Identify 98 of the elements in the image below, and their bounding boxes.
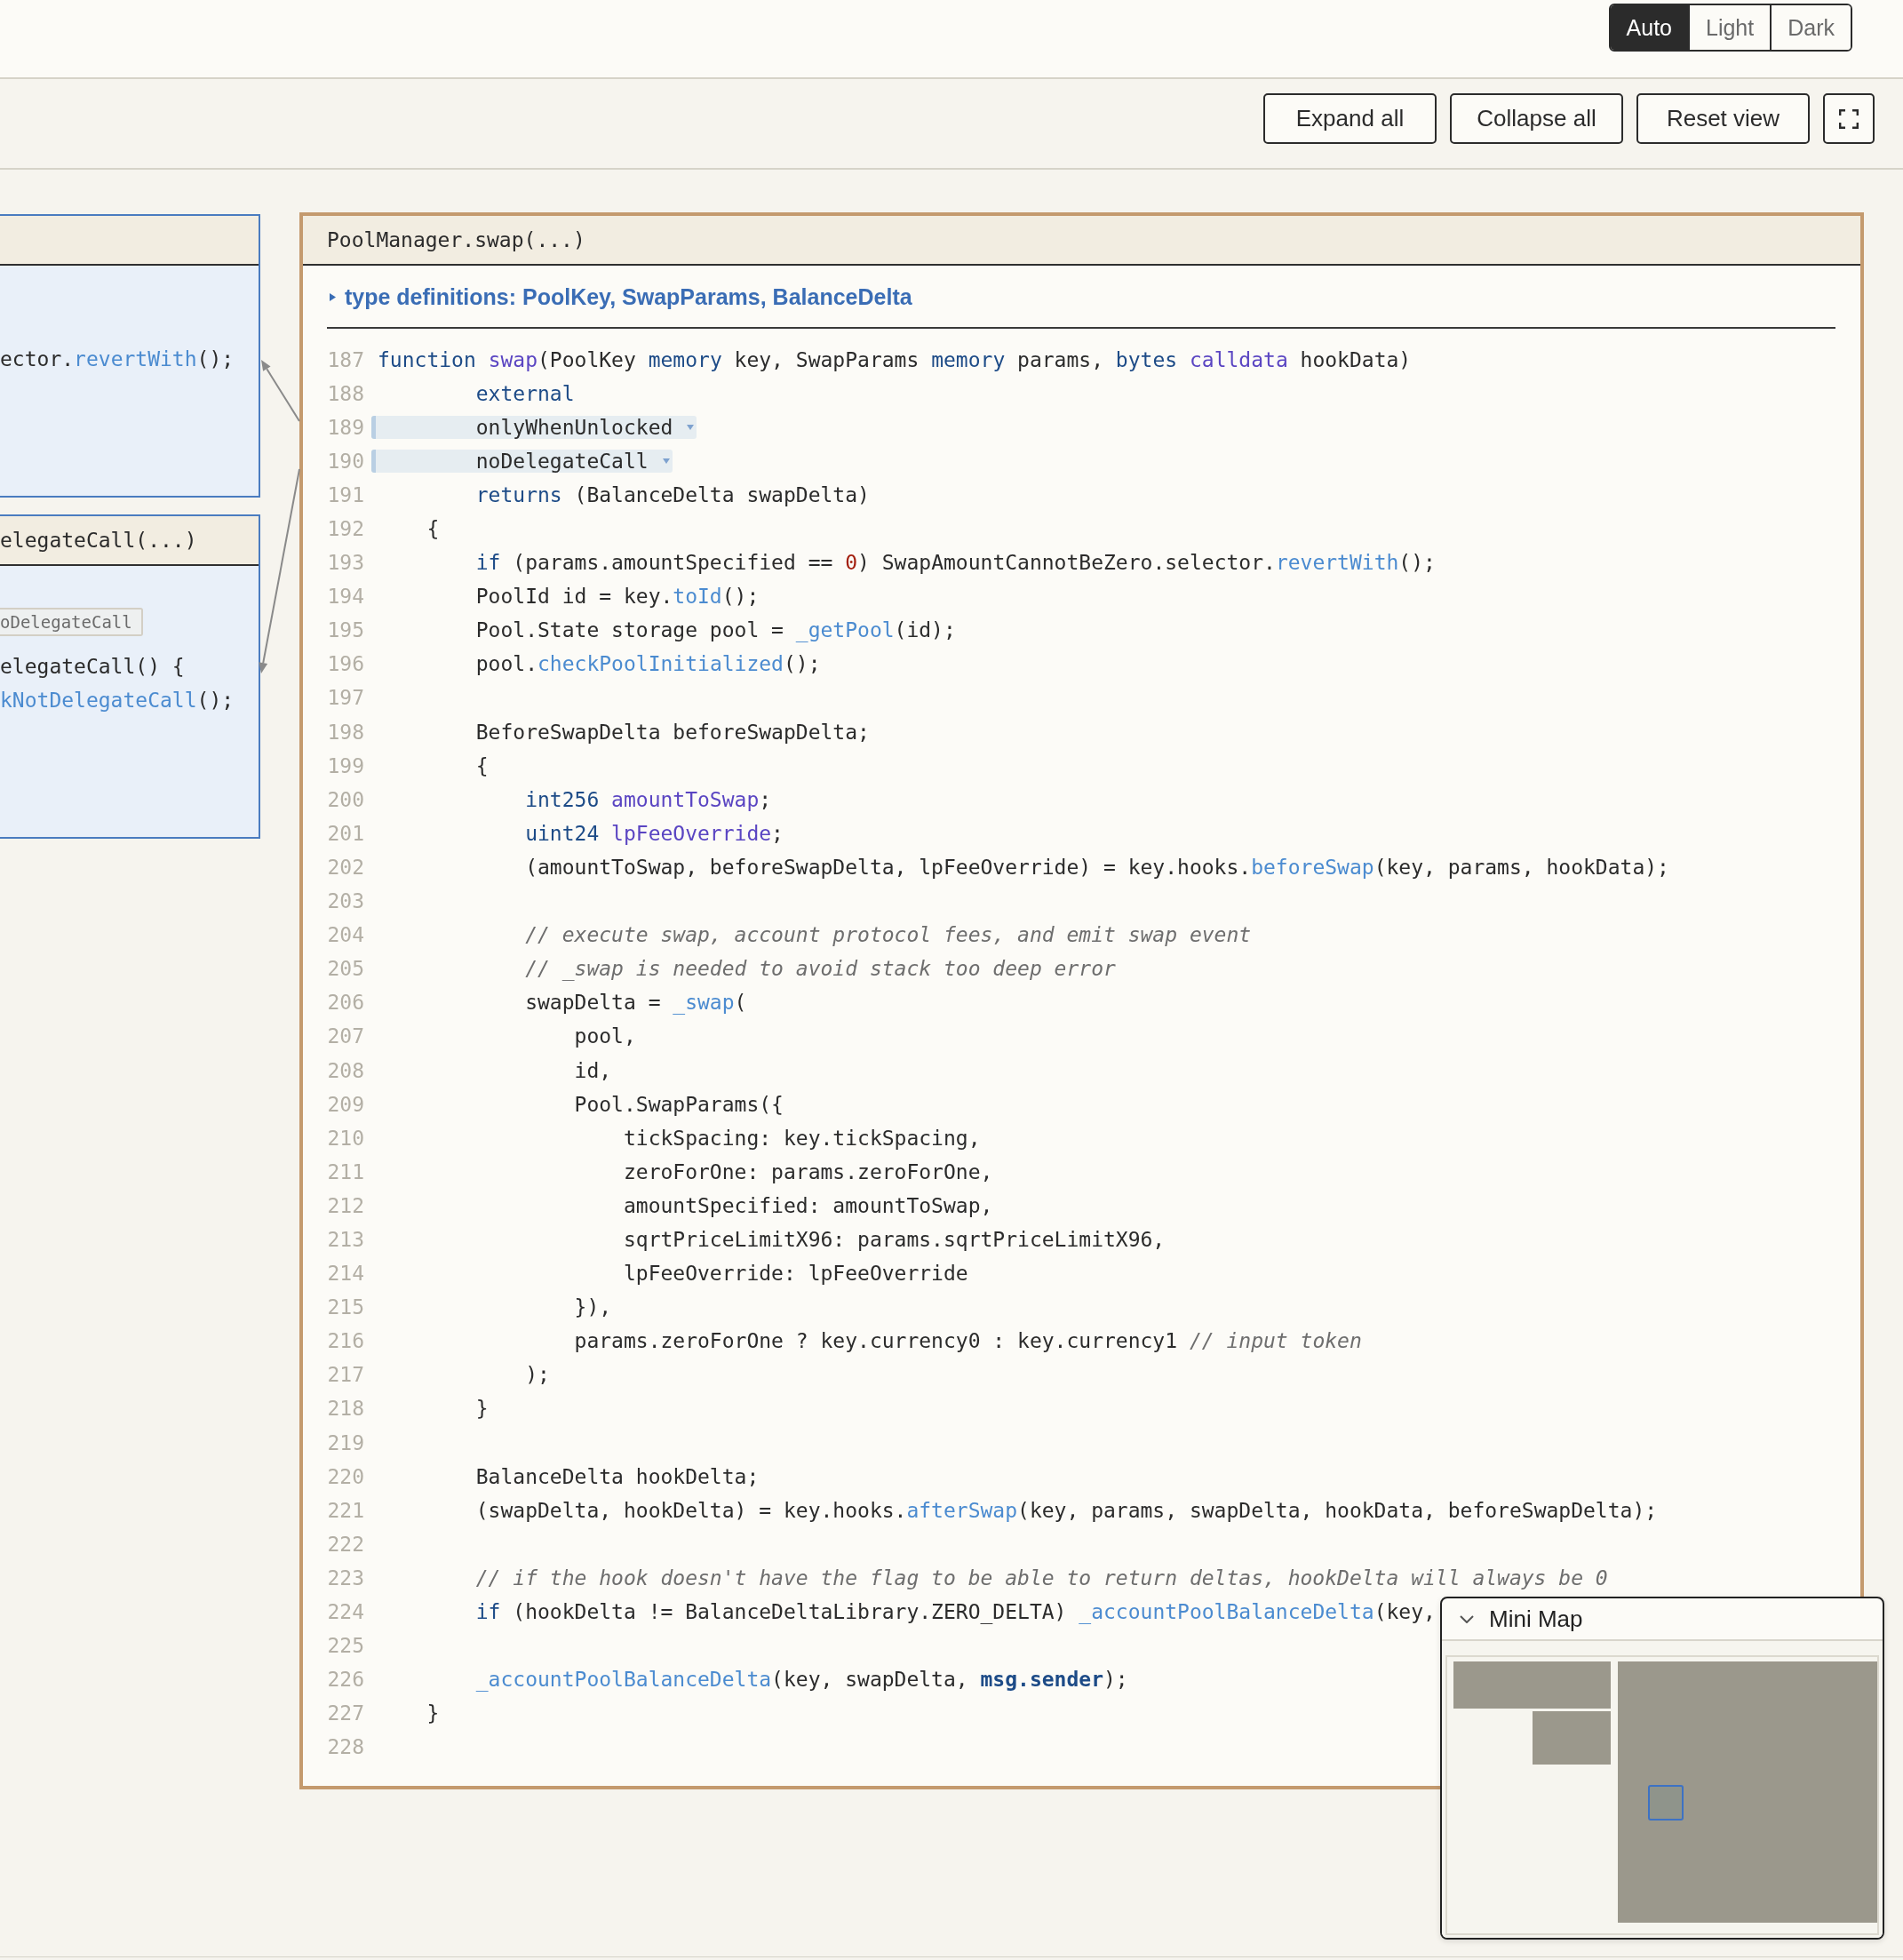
line-number: 210 (327, 1126, 364, 1151)
fullscreen-icon (1839, 108, 1859, 129)
code-line: (swapDelta, hookDelta) = key.hooks.afterSwap(key, params, swapDelta, hookData, beforeSwapDelta); (475, 1498, 1658, 1523)
toolbar-button[interactable]: Reset view (1636, 93, 1810, 144)
code-line: if (params.amountSpecified == 0) SwapAmountCannotBeZero.selector.revertWith(); (475, 551, 1436, 576)
line-number: 207 (327, 1024, 364, 1049)
code-line: { (426, 517, 440, 541)
code-line: returns (BalanceDelta swapDelta) (475, 482, 870, 507)
code-line: sqrtPriceLimitX96: params.sqrtPriceLimitX96, (623, 1228, 1166, 1252)
line-number: 196 (327, 652, 364, 677)
line-number: 227 (327, 1701, 364, 1726)
code-line: _accountPoolBalanceDelta(key, swapDelta, msg.sender); (475, 1668, 1128, 1693)
line-number: 208 (327, 1058, 364, 1083)
code-line: pool, (574, 1024, 636, 1049)
mini-map-canvas[interactable] (1445, 1655, 1879, 1935)
line-number: 214 (327, 1262, 364, 1287)
type-definitions-toggle[interactable]: type definitions: PoolKey, SwapParams, BalanceDelta (327, 282, 912, 312)
code-line: elegateCall() { (0, 654, 185, 679)
line-number: 200 (327, 787, 364, 812)
line-number: 228 (327, 1735, 364, 1760)
line-number: 218 (327, 1397, 364, 1422)
line-number: 224 (327, 1600, 364, 1624)
line-number: 206 (327, 991, 364, 1016)
code-line: lpFeeOverride: lpFeeOverride (623, 1262, 968, 1287)
panel-header: PoolManager.swap(...) (303, 216, 1860, 266)
line-number: 225 (327, 1634, 364, 1659)
line-number: 187 (327, 347, 364, 372)
chevron-icon[interactable] (1460, 1614, 1474, 1623)
code-line: ); (525, 1363, 550, 1388)
fullscreen-button[interactable] (1823, 93, 1875, 144)
theme-option[interactable]: Dark (1770, 5, 1851, 50)
panel-header: elegateCall(...) (0, 516, 259, 566)
code-line: swapDelta = _swap( (525, 991, 747, 1016)
line-number: 195 (327, 618, 364, 643)
line-number: 222 (327, 1532, 364, 1557)
line-number: 212 (327, 1193, 364, 1218)
code-line: int256 amountToSwap; (525, 787, 772, 812)
code-line: pool.checkPoolInitialized(); (475, 652, 821, 677)
code-line: external (475, 381, 575, 406)
line-number: 219 (327, 1430, 364, 1455)
line-number: 221 (327, 1498, 364, 1523)
code-line: zeroForOne: params.zeroForOne, (623, 1159, 993, 1184)
line-number: 226 (327, 1668, 364, 1693)
line-number: 192 (327, 517, 364, 541)
line-number: 202 (327, 855, 364, 880)
code-line: { (475, 753, 489, 778)
caret-icon (662, 458, 670, 465)
line-number: 203 (327, 889, 364, 914)
line-number: 199 (327, 753, 364, 778)
code-line: Pool.SwapParams({ (574, 1092, 784, 1117)
line-number: 213 (327, 1228, 364, 1252)
code-line: PoolId id = key.toId(); (475, 585, 760, 610)
line-number: 211 (327, 1159, 364, 1184)
line-number: 204 (327, 923, 364, 948)
modifier-tag: oDelegateCall (0, 608, 143, 636)
line-number: 205 (327, 957, 364, 982)
line-number: 193 (327, 551, 364, 576)
code-line: BeforeSwapDelta beforeSwapDelta; (475, 720, 870, 745)
mini-map-title: Mini Map (1489, 1605, 1583, 1633)
code-line: (amountToSwap, beforeSwapDelta, lpFeeOverride) = key.hooks.beforeSwap(key, params, hookData); (525, 855, 1669, 880)
theme-option[interactable]: Auto (1610, 5, 1688, 50)
line-number: 217 (327, 1363, 364, 1388)
line-number: 188 (327, 381, 364, 406)
toolbar-button[interactable]: Collapse all (1450, 93, 1623, 144)
code-line: // execute swap, account protocol fees, and emit swap event (525, 923, 1252, 948)
code-line: // if the hook doesn't have the flag to be able to return deltas, hookDelta will always be 0 (475, 1566, 1608, 1590)
code-line: id, (574, 1058, 612, 1083)
line-number: 209 (327, 1092, 364, 1117)
code-line: amountSpecified: amountToSwap, (623, 1193, 993, 1218)
toolbar-button[interactable]: Expand all (1263, 93, 1437, 144)
code-line: // _swap is needed to avoid stack too deep error (525, 957, 1116, 982)
connector-arrow (261, 360, 300, 422)
code-line: kNotDelegateCall(); (0, 688, 235, 713)
code-line: } (475, 1397, 489, 1422)
code-line: if (hookDelta != BalanceDeltaLibrary.ZERO_DELTA) _accountPoolBalanceDelta(key, (475, 1600, 1436, 1624)
modifier-toggle[interactable]: noDelegateCall (371, 450, 673, 474)
line-number: 194 (327, 585, 364, 610)
line-number: 191 (327, 482, 364, 507)
code-line: function swap(PoolKey memory key, SwapParams memory params, bytes calldata hookData) (378, 347, 1412, 372)
line-number: 223 (327, 1566, 364, 1590)
code-line: uint24 lpFeeOverride; (525, 821, 784, 846)
line-number: 190 (327, 449, 364, 474)
line-number: 201 (327, 821, 364, 846)
modifier-toggle[interactable]: onlyWhenUnlocked (371, 416, 697, 440)
caret-icon (687, 425, 695, 431)
code-line: params.zeroForOne ? key.currency0 : key.currency1 // input token (574, 1329, 1362, 1354)
code-line: Pool.State storage pool = _getPool(id); (475, 618, 956, 643)
code-line: BalanceDelta hookDelta; (475, 1464, 760, 1489)
code-line: ector.revertWith(); (0, 347, 235, 371)
line-number: 189 (327, 415, 364, 440)
code-line: tickSpacing: key.tickSpacing, (623, 1126, 981, 1151)
line-number: 198 (327, 720, 364, 745)
code-line: } (426, 1701, 440, 1726)
line-number: 215 (327, 1295, 364, 1320)
line-number: 216 (327, 1329, 364, 1354)
line-number: 220 (327, 1464, 364, 1489)
line-number: 197 (327, 686, 364, 711)
code-line: }), (574, 1295, 612, 1320)
